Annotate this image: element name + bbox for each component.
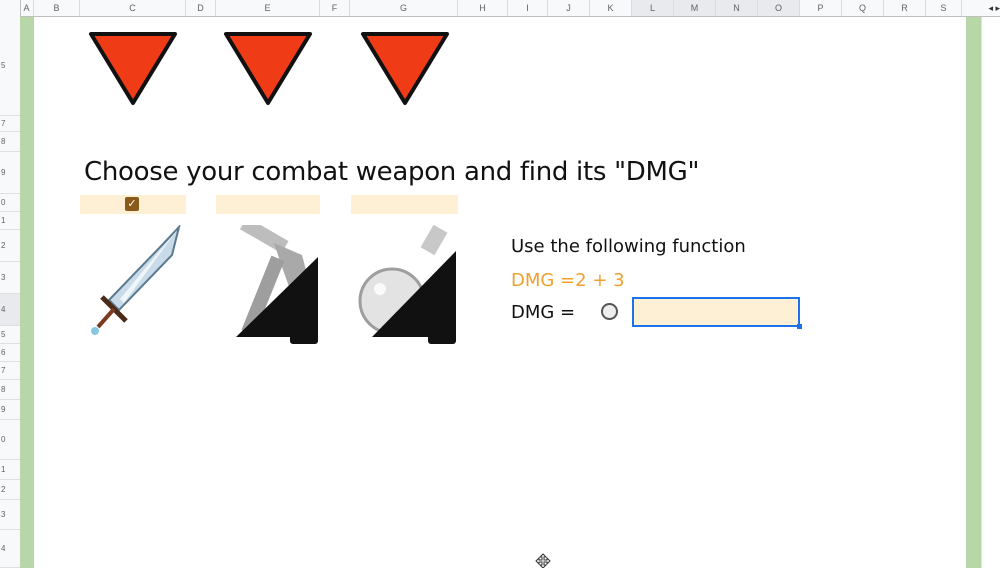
select-all-corner[interactable] — [0, 0, 21, 16]
page-title: Choose your combat weapon and find its "… — [84, 157, 700, 187]
column-header[interactable]: F — [320, 0, 350, 16]
row-header[interactable]: 3 — [0, 262, 20, 294]
column-header[interactable]: B — [34, 0, 80, 16]
sword-checkbox[interactable]: ✓ — [125, 197, 139, 211]
column-header[interactable]: E — [216, 0, 320, 16]
formula-text: DMG =2 + 3 — [511, 270, 625, 291]
column-header[interactable]: H — [458, 0, 508, 16]
column-header[interactable]: D — [186, 0, 216, 16]
row-header[interactable]: 7 — [0, 116, 20, 132]
row-header[interactable]: 8 — [0, 380, 20, 400]
column-header[interactable]: R — [884, 0, 926, 16]
left-green-strip — [20, 17, 34, 568]
column-header[interactable]: C — [80, 0, 186, 16]
lock-icon — [290, 308, 318, 344]
column-header[interactable]: O — [758, 0, 800, 16]
right-margin — [981, 17, 1000, 568]
row-header[interactable]: 7 — [0, 362, 20, 380]
row-header[interactable]: 5 — [0, 326, 20, 344]
weapon-select-cell-potion[interactable] — [351, 195, 458, 214]
answer-radio-button[interactable] — [601, 303, 618, 320]
down-triangle-icon — [89, 32, 177, 105]
row-header[interactable]: 1 — [0, 212, 20, 230]
right-green-strip — [966, 17, 981, 568]
column-header[interactable]: S — [926, 0, 962, 16]
column-header[interactable]: P — [800, 0, 842, 16]
column-header[interactable]: M — [674, 0, 716, 16]
row-header[interactable]: 4 — [0, 294, 20, 326]
row-header[interactable]: 0 — [0, 194, 20, 212]
row-header-bar: 5 7 8 9 0 1 2 3 4 5 6 7 8 9 0 1 2 3 4 — [0, 16, 21, 568]
move-cursor-icon — [535, 553, 551, 568]
row-header[interactable]: 1 — [0, 460, 20, 480]
row-header[interactable]: 2 — [0, 230, 20, 262]
column-header[interactable]: G — [350, 0, 458, 16]
row-header[interactable]: 5 — [0, 16, 20, 116]
column-header[interactable]: L — [632, 0, 674, 16]
down-triangle-icon — [224, 32, 312, 105]
sword-icon — [91, 225, 181, 335]
row-header[interactable]: 4 — [0, 530, 20, 568]
down-triangle-icon — [361, 32, 449, 105]
column-header-bar: A B C D E F G H I J K L M N O P Q R S ◂ … — [0, 0, 1000, 17]
lock-icon — [428, 308, 456, 344]
row-header[interactable]: 6 — [0, 344, 20, 362]
column-header[interactable]: K — [590, 0, 632, 16]
column-scroll-arrows[interactable]: ◂ ▸ — [960, 0, 1000, 16]
row-header[interactable]: 2 — [0, 480, 20, 500]
row-header[interactable]: 9 — [0, 152, 20, 194]
row-header[interactable]: 9 — [0, 400, 20, 420]
column-header[interactable]: Q — [842, 0, 884, 16]
dmg-answer-input[interactable] — [632, 297, 800, 327]
weapon-select-cell-axe[interactable] — [216, 195, 320, 214]
column-header[interactable]: N — [716, 0, 758, 16]
column-header[interactable]: A — [20, 0, 34, 16]
row-header[interactable]: 0 — [0, 420, 20, 460]
selection-fill-handle[interactable] — [797, 324, 802, 329]
row-header[interactable]: 8 — [0, 132, 20, 152]
instruction-text: Use the following function — [511, 236, 746, 257]
column-header[interactable]: I — [508, 0, 548, 16]
row-header[interactable]: 3 — [0, 500, 20, 530]
column-header[interactable]: J — [548, 0, 590, 16]
dmg-label: DMG = — [511, 302, 576, 323]
